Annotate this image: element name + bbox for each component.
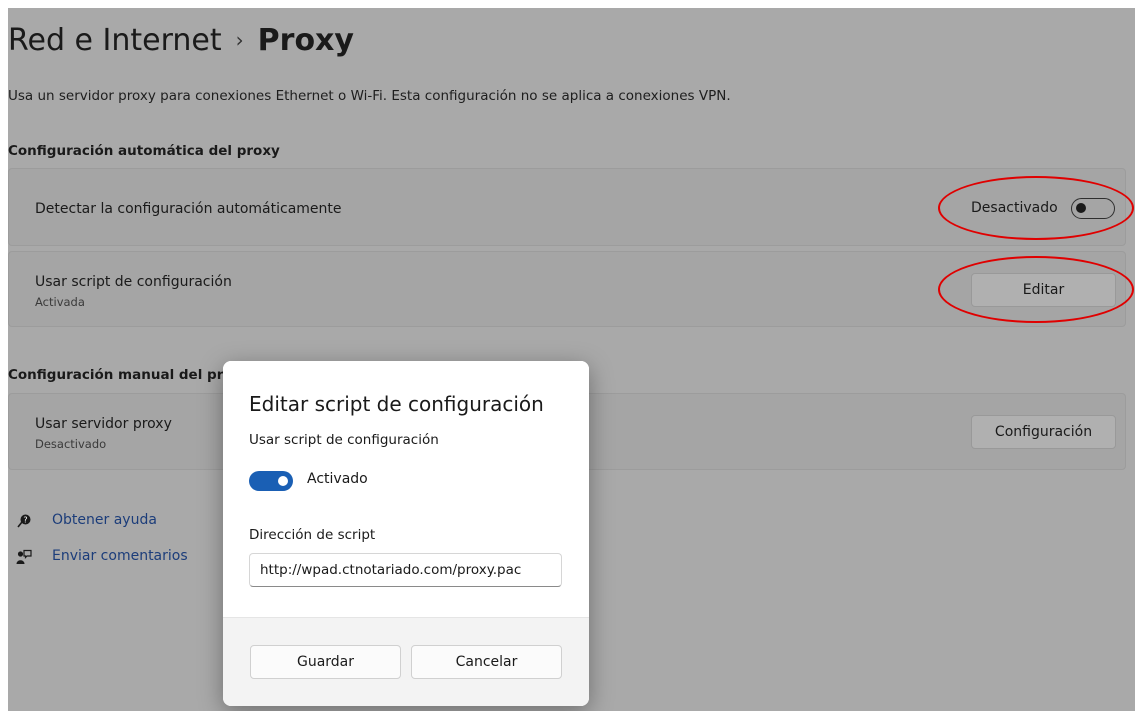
dialog-toggle-state: Activado	[307, 471, 368, 487]
save-button[interactable]: Guardar	[250, 645, 401, 679]
manual-proxy-heading: Configuración manual del pro	[8, 367, 233, 383]
edit-script-dialog: Editar script de configuración Usar scri…	[223, 361, 589, 706]
proxy-server-label: Usar servidor proxy	[35, 416, 172, 432]
config-script-label: Usar script de configuración	[35, 274, 232, 290]
page-title: Red e Internet › Proxy	[8, 23, 354, 58]
proxy-server-status: Desactivado	[35, 437, 107, 451]
script-address-input[interactable]	[249, 553, 562, 587]
script-address-label: Dirección de script	[249, 527, 376, 543]
feedback-icon	[16, 549, 32, 564]
frame-left	[0, 0, 8, 711]
help-icon: ?	[17, 514, 31, 528]
cancel-button[interactable]: Cancelar	[411, 645, 562, 679]
send-feedback-label: Enviar comentarios	[52, 548, 188, 564]
breadcrumb-separator-icon: ›	[235, 28, 244, 52]
svg-text:?: ?	[23, 516, 27, 525]
toggle-knob	[278, 476, 288, 486]
frame-top	[0, 0, 1135, 8]
page-description: Usa un servidor proxy para conexiones Et…	[8, 88, 731, 104]
dialog-script-toggle[interactable]	[249, 471, 293, 491]
proxy-settings-button[interactable]: Configuración	[971, 415, 1116, 449]
annotation-circle-edit	[938, 256, 1134, 323]
dialog-content: Editar script de configuración Usar scri…	[223, 361, 589, 617]
annotation-circle-toggle	[938, 176, 1134, 240]
config-script-status: Activada	[35, 295, 85, 309]
breadcrumb-current: Proxy	[257, 23, 354, 58]
get-help-label: Obtener ayuda	[52, 512, 157, 528]
breadcrumb-parent[interactable]: Red e Internet	[8, 23, 222, 58]
dialog-title: Editar script de configuración	[249, 392, 544, 416]
dialog-toggle-label: Usar script de configuración	[249, 432, 439, 448]
detect-settings-label: Detectar la configuración automáticament…	[35, 201, 342, 217]
auto-proxy-heading: Configuración automática del proxy	[8, 143, 280, 159]
